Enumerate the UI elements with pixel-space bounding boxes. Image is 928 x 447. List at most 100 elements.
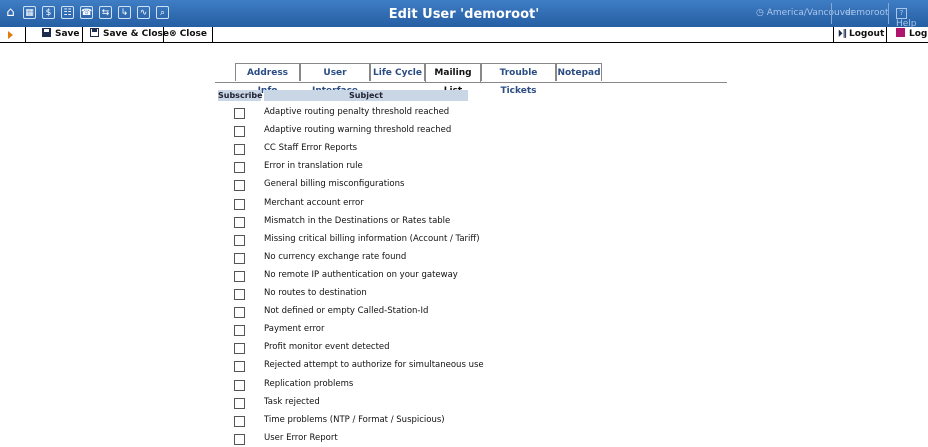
subscribe-checkbox[interactable]: [234, 252, 245, 264]
divider: [831, 3, 832, 24]
table-row: Adaptive routing warning threshold reach…: [0, 125, 928, 139]
subject-label: No remote IP authentication on your gate…: [264, 269, 458, 280]
subject-label: Task rejected: [264, 396, 320, 407]
subscribe-checkbox[interactable]: [234, 343, 245, 355]
table-row: Not defined or empty Called-Station-Id: [0, 306, 928, 320]
subject-label: Profit monitor event detected: [264, 342, 390, 353]
disk-icon: [42, 28, 51, 37]
subscribe-checkbox[interactable]: [234, 108, 245, 119]
help-icon: ?: [896, 8, 907, 19]
close-label: Close: [179, 29, 208, 39]
tab-mailing-list[interactable]: Mailing List: [425, 63, 481, 96]
subject-label: Time problems (NTP / Format / Suspicious…: [264, 414, 445, 425]
subject-label: CC Staff Error Reports: [264, 143, 358, 154]
table-row: Profit monitor event detected: [0, 342, 928, 356]
tab-life-cycle[interactable]: Life Cycle: [370, 63, 425, 81]
subscribe-checkbox[interactable]: [234, 379, 245, 391]
subscribe-checkbox[interactable]: [234, 144, 245, 156]
subject-label: Error in translation rule: [264, 161, 363, 172]
subscribe-checkbox[interactable]: [234, 162, 245, 174]
subject-label: User Error Report: [264, 432, 338, 443]
table-row: CC Staff Error Reports: [0, 143, 928, 157]
tab-trouble-tickets[interactable]: Trouble Tickets: [481, 63, 556, 96]
divider: [833, 27, 834, 42]
subscribe-checkbox[interactable]: [234, 270, 245, 282]
table-row: Task rejected: [0, 397, 928, 411]
subscribe-checkbox[interactable]: [234, 361, 245, 373]
table-row: Error in translation rule: [0, 161, 928, 175]
subscribe-checkbox[interactable]: [234, 126, 245, 138]
table-row: No remote IP authentication on your gate…: [0, 270, 928, 284]
subscribe-checkbox[interactable]: [234, 433, 245, 445]
subscribe-checkbox[interactable]: [234, 415, 245, 427]
phone-icon[interactable]: ☎: [80, 6, 93, 19]
tab-address-info[interactable]: Address Info: [235, 63, 300, 96]
home-icon[interactable]: ⌂: [4, 6, 17, 19]
subscribe-checkbox[interactable]: [234, 234, 245, 246]
subject-label: General billing misconfigurations: [264, 179, 405, 190]
table-row: Merchant account error: [0, 198, 928, 212]
table-row: Missing critical billing information (Ac…: [0, 234, 928, 248]
grid-icon[interactable]: ▦: [23, 6, 36, 19]
save-label: Save: [55, 29, 80, 39]
subject-label: Adaptive routing warning threshold reach…: [264, 125, 452, 136]
routing-icon[interactable]: ↳: [118, 6, 131, 19]
subject-label: Mismatch in the Destinations or Rates ta…: [264, 215, 451, 226]
log-icon: [896, 28, 905, 37]
save-button[interactable]: Save: [42, 27, 80, 42]
subject-label: Adaptive routing penalty threshold reach…: [264, 107, 450, 117]
expand-arrow-icon[interactable]: [8, 31, 13, 39]
chart-icon[interactable]: ∿: [137, 6, 150, 19]
network-icon[interactable]: ⇆: [99, 6, 112, 19]
subject-label: No currency exchange rate found: [264, 251, 407, 262]
subscribe-checkbox[interactable]: [234, 216, 245, 228]
logout-icon: ⏵‖: [838, 29, 848, 39]
save-close-button[interactable]: Save & Close: [90, 27, 169, 42]
tab-bar: Address Info User Interface Life Cycle M…: [215, 63, 727, 96]
users-icon[interactable]: ☷: [61, 6, 74, 19]
log-label: Log: [909, 29, 928, 39]
subject-label: Merchant account error: [264, 197, 364, 208]
divider: [888, 3, 889, 24]
subscribe-checkbox[interactable]: [234, 180, 245, 192]
table-row: Rejected attempt to authorize for simult…: [0, 360, 928, 374]
subject-label: Rejected attempt to authorize for simult…: [264, 360, 484, 371]
table-row: Replication problems: [0, 379, 928, 393]
subscribe-checkbox[interactable]: [234, 289, 245, 300]
divider: [886, 27, 887, 42]
tab-user-interface[interactable]: User Interface: [300, 63, 370, 96]
help-link[interactable]: ?Help: [896, 8, 928, 29]
username-link[interactable]: demoroot: [845, 8, 889, 18]
subject-label: Not defined or empty Called-Station-Id: [264, 306, 429, 317]
title-bar: ⌂ ▦ $ ☷ ☎ ⇆ ↳ ∿ ⌕ Edit User 'demoroot' ◷ America…: [0, 0, 928, 29]
timezone-link[interactable]: ◷ America/Vancouver: [756, 8, 854, 18]
tab-notepad[interactable]: Notepad: [556, 63, 602, 81]
subject-label: No routes to destination: [264, 288, 367, 298]
column-header-subscribe: Subscribe: [218, 90, 263, 101]
table-row: No currency exchange rate found: [0, 252, 928, 266]
subject-label: Missing critical billing information (Ac…: [264, 233, 480, 244]
divider: [25, 27, 26, 42]
disk-outline-icon: [90, 28, 99, 37]
table-row: Payment error: [0, 324, 928, 338]
subscribe-checkbox[interactable]: [234, 198, 245, 210]
divider: [82, 27, 83, 42]
table-row: User Error Report: [0, 433, 928, 447]
nav-icons: ⌂ ▦ $ ☷ ☎ ⇆ ↳ ∿ ⌕: [4, 6, 169, 19]
logout-button[interactable]: ⏵‖ Logout: [838, 27, 884, 42]
toolbar: Save Save & Close ⊗ Close ⏵‖ Logout Log: [0, 27, 928, 43]
search-icon[interactable]: ⌕: [156, 6, 169, 19]
subscribe-checkbox[interactable]: [234, 307, 245, 319]
timezone-label: America/Vancouver: [766, 8, 855, 18]
log-button[interactable]: Log: [896, 27, 927, 42]
subscribe-checkbox[interactable]: [234, 325, 245, 337]
table-row: Adaptive routing penalty threshold reach…: [0, 107, 928, 121]
close-button[interactable]: ⊗ Close: [169, 27, 207, 42]
table-row: Time problems (NTP / Format / Suspicious…: [0, 415, 928, 429]
divider: [212, 27, 213, 42]
dollar-icon[interactable]: $: [42, 6, 55, 19]
table-row: No routes to destination: [0, 288, 928, 302]
subject-label: Replication problems: [264, 378, 354, 389]
close-icon: ⊗: [169, 29, 177, 39]
subscribe-checkbox[interactable]: [234, 397, 245, 409]
